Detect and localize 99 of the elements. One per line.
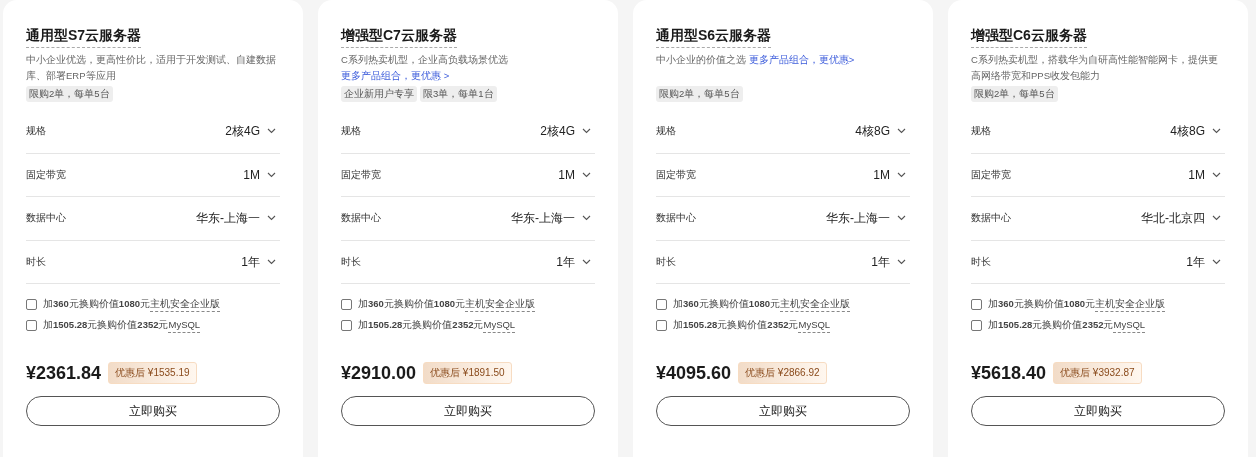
card-description: C系列热卖机型，搭载华为自研高性能智能网卡，提供更高网络带宽和PPS收发包能力	[971, 53, 1219, 83]
addon-label: 加1505.28元换购价值2352元	[43, 318, 169, 333]
chevron-down-icon	[267, 128, 276, 135]
chevron-down-icon	[897, 128, 906, 135]
addon-label: 加360元换购价值1080元	[43, 297, 150, 312]
chevron-down-icon	[1212, 128, 1221, 135]
chevron-down-icon	[1212, 258, 1221, 265]
spec-select[interactable]: 1年	[1186, 252, 1225, 271]
price: ¥4095.60	[656, 362, 732, 384]
spec-label: 规格	[656, 124, 676, 139]
spec-select[interactable]: 华东-上海一	[511, 209, 595, 228]
buy-now-button[interactable]: 立即购买	[341, 396, 595, 426]
chevron-down-icon	[582, 128, 591, 135]
chevron-down-icon	[267, 171, 276, 178]
addon-checkbox[interactable]	[656, 320, 667, 331]
buy-now-button[interactable]: 立即购买	[971, 396, 1225, 426]
spec-select[interactable]: 1M	[558, 165, 595, 184]
addon-product-link[interactable]: 主机安全企业版	[1095, 296, 1165, 313]
addon-product-link[interactable]: MySQL	[1113, 317, 1146, 334]
spec-label: 时长	[26, 254, 46, 269]
addon-label: 加1505.28元换购价值2352元	[358, 318, 484, 333]
discount-price-badge: 优惠后 ¥1535.19	[108, 362, 197, 384]
addon-checkbox[interactable]	[341, 299, 352, 310]
addon-label: 加360元换购价值1080元	[988, 297, 1095, 312]
price: ¥5618.40	[971, 362, 1047, 384]
spec-label: 时长	[341, 254, 361, 269]
addon-label: 加360元换购价值1080元	[358, 297, 465, 312]
chevron-down-icon	[582, 215, 591, 222]
limit-tag: 限购2单，每单5台	[656, 86, 743, 102]
chevron-down-icon	[582, 171, 591, 178]
limit-tag: 限购2单，每单5台	[971, 86, 1058, 102]
addon-checkbox[interactable]	[656, 299, 667, 310]
chevron-down-icon	[1212, 171, 1221, 178]
addon-checkbox[interactable]	[26, 320, 37, 331]
spec-select[interactable]: 华东-上海一	[826, 209, 910, 228]
addon-product-link[interactable]: 主机安全企业版	[465, 296, 535, 313]
chevron-down-icon	[267, 215, 276, 222]
addon-label: 加360元换购价值1080元	[673, 297, 780, 312]
spec-label: 规格	[341, 124, 361, 139]
addon-checkbox[interactable]	[341, 320, 352, 331]
spec-select[interactable]: 1年	[556, 252, 595, 271]
spec-select[interactable]: 华北-北京四	[1141, 209, 1225, 228]
discount-price-badge: 优惠后 ¥3932.87	[1053, 362, 1142, 384]
spec-select[interactable]: 华东-上海一	[196, 209, 280, 228]
addon-label: 加1505.28元换购价值2352元	[988, 318, 1114, 333]
price: ¥2910.00	[341, 362, 417, 384]
spec-select[interactable]: 2核4G	[540, 122, 595, 141]
addon-product-link[interactable]: MySQL	[168, 317, 201, 334]
addon-checkbox[interactable]	[26, 299, 37, 310]
card-title: 增强型C6云服务器	[971, 26, 1087, 48]
more-offers-link[interactable]: 更多产品组合，更优惠 >	[341, 70, 450, 81]
spec-label: 数据中心	[26, 211, 66, 226]
limit-tag: 限3单，每单1台	[420, 86, 497, 102]
addon-label: 加1505.28元换购价值2352元	[673, 318, 799, 333]
chevron-down-icon	[897, 258, 906, 265]
spec-select[interactable]: 4核8G	[855, 122, 910, 141]
discount-price-badge: 优惠后 ¥2866.92	[738, 362, 827, 384]
card-description: 中小企业优选，更高性价比，适用于开发测试、自建数据库、部署ERP等应用	[26, 53, 277, 83]
spec-label: 数据中心	[971, 211, 1011, 226]
buy-now-button[interactable]: 立即购买	[656, 396, 910, 426]
chevron-down-icon	[582, 258, 591, 265]
price: ¥2361.84	[26, 362, 102, 384]
chevron-down-icon	[897, 171, 906, 178]
chevron-down-icon	[267, 258, 276, 265]
discount-price-badge: 优惠后 ¥1891.50	[423, 362, 512, 384]
card-title: 通用型S6云服务器	[656, 26, 772, 48]
chevron-down-icon	[1212, 215, 1221, 222]
addon-product-link[interactable]: 主机安全企业版	[780, 296, 850, 313]
limit-tag: 限购2单，每单5台	[26, 86, 113, 102]
spec-label: 时长	[656, 254, 676, 269]
addon-checkbox[interactable]	[971, 320, 982, 331]
addon-product-link[interactable]: MySQL	[483, 317, 516, 334]
spec-label: 固定带宽	[26, 167, 66, 182]
spec-select[interactable]: 1M	[243, 165, 280, 184]
spec-select[interactable]: 1年	[241, 252, 280, 271]
spec-label: 时长	[971, 254, 991, 269]
card-title: 通用型S7云服务器	[26, 26, 142, 48]
spec-label: 固定带宽	[656, 167, 696, 182]
spec-label: 数据中心	[341, 211, 381, 226]
spec-label: 规格	[971, 124, 991, 139]
addon-product-link[interactable]: 主机安全企业版	[150, 296, 220, 313]
card-description: 中小企业的价值之选 更多产品组合，更优惠>	[656, 53, 856, 67]
addon-checkbox[interactable]	[971, 299, 982, 310]
spec-select[interactable]: 1M	[873, 165, 910, 184]
spec-select[interactable]: 4核8G	[1170, 122, 1225, 141]
spec-select[interactable]: 1年	[871, 252, 910, 271]
spec-label: 固定带宽	[971, 167, 1011, 182]
spec-select[interactable]: 2核4G	[225, 122, 280, 141]
addon-product-link[interactable]: MySQL	[798, 317, 831, 334]
spec-select[interactable]: 1M	[1188, 165, 1225, 184]
buy-now-button[interactable]: 立即购买	[26, 396, 280, 426]
chevron-down-icon	[897, 215, 906, 222]
limit-tag: 企业新用户专享	[341, 86, 417, 102]
spec-label: 数据中心	[656, 211, 696, 226]
spec-label: 规格	[26, 124, 46, 139]
card-description: C系列热卖机型，企业高负载场景优选 更多产品组合，更优惠 >	[341, 53, 509, 83]
spec-label: 固定带宽	[341, 167, 381, 182]
more-offers-link[interactable]: 更多产品组合，更优惠>	[748, 54, 855, 65]
card-title: 增强型C7云服务器	[341, 26, 457, 48]
